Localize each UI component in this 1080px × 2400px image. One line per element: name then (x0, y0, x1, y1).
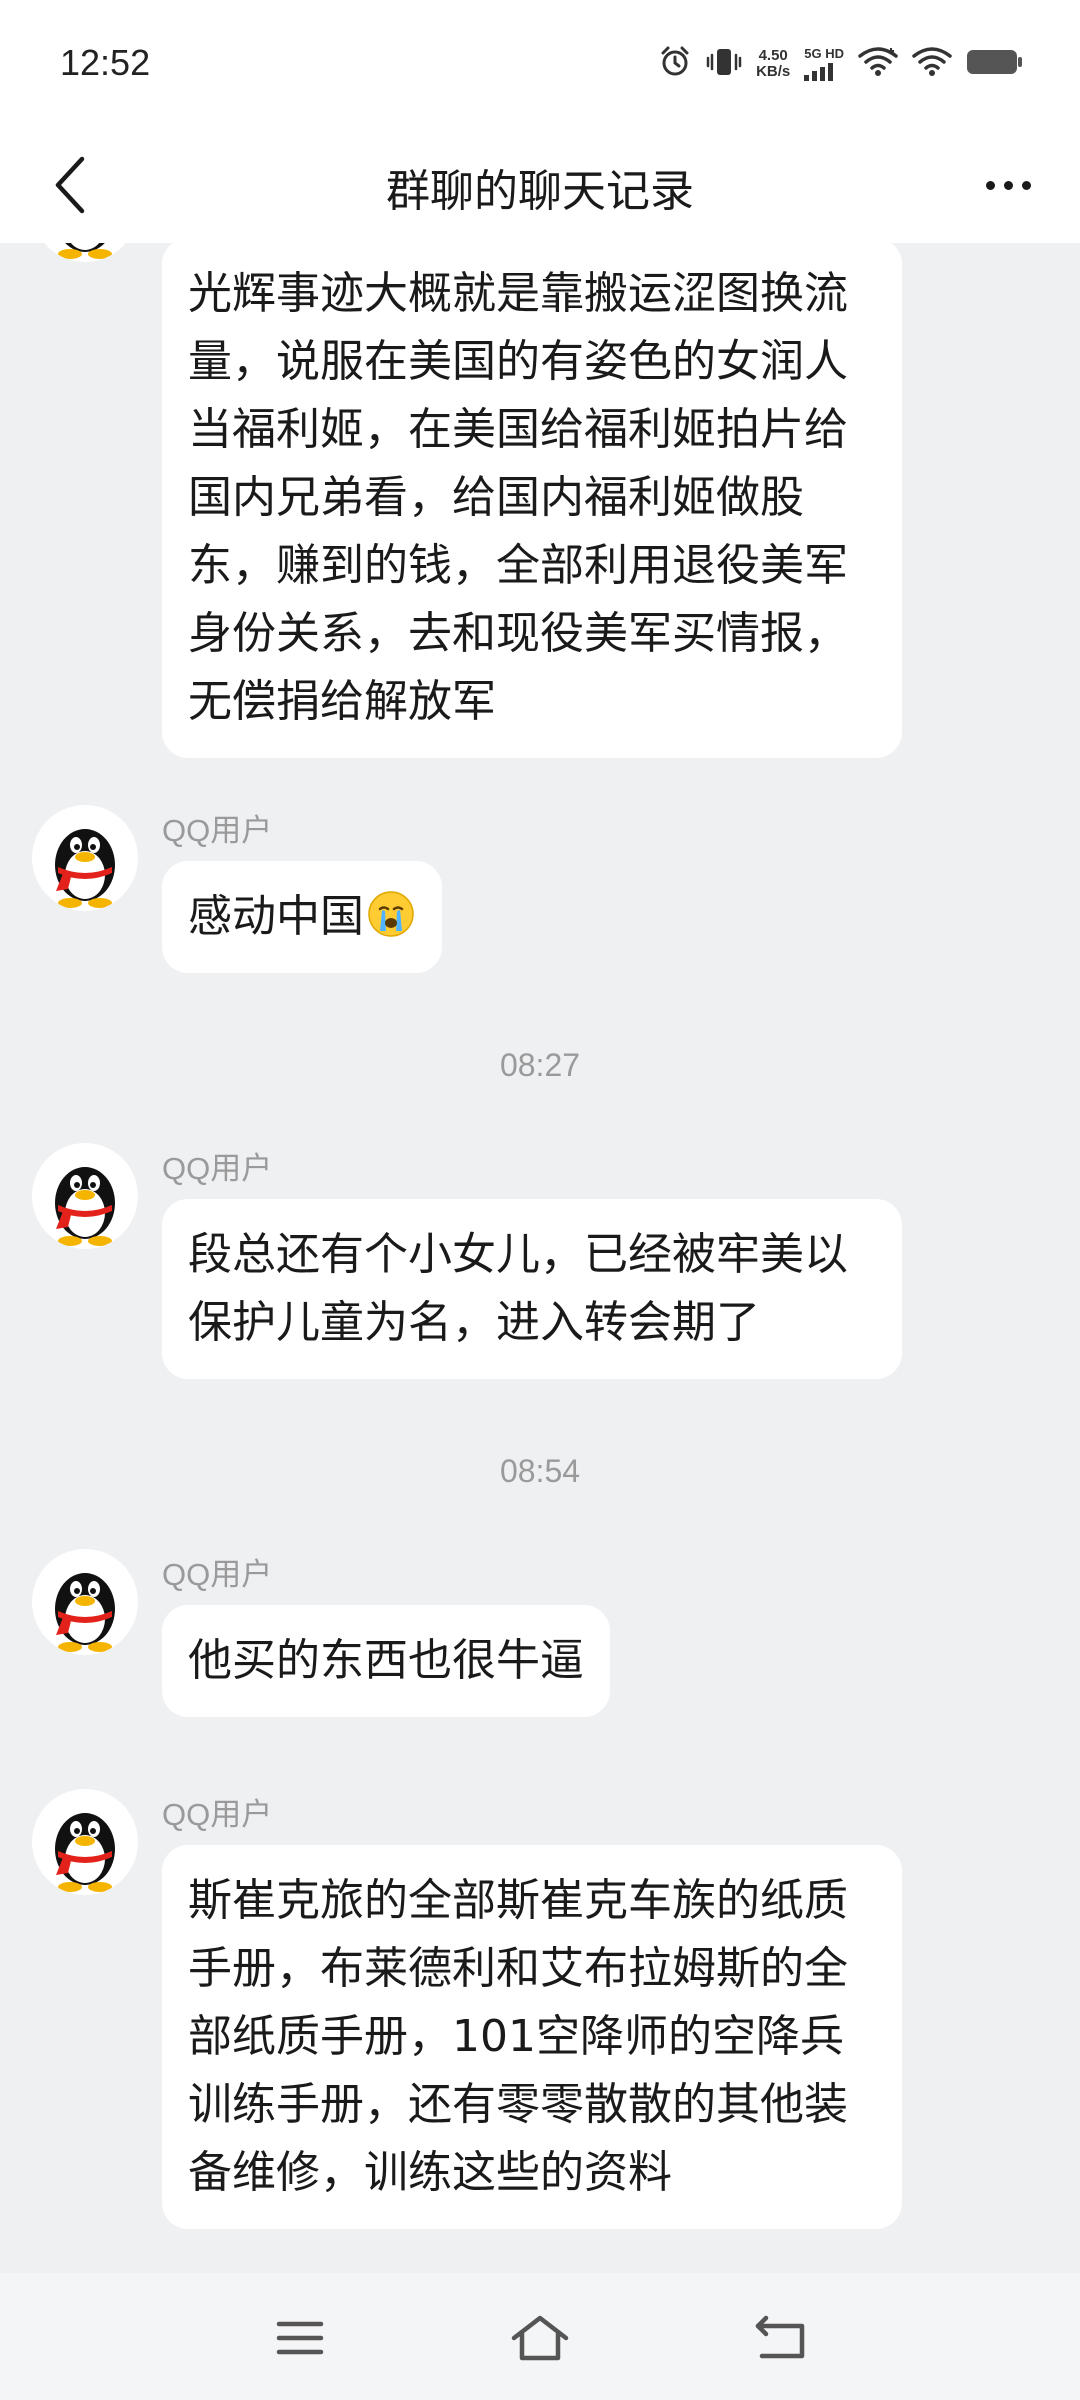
qq-penguin-icon (55, 1167, 115, 1246)
battery-icon (966, 47, 1024, 81)
qq-penguin-icon (55, 829, 115, 908)
qq-penguin-icon (55, 1813, 115, 1892)
avatar[interactable] (32, 1143, 138, 1249)
message-text: 感动中国 (188, 891, 364, 942)
avatar[interactable] (32, 805, 138, 911)
vibrate-icon (706, 45, 742, 83)
network-type-label: 5G HD (804, 46, 844, 61)
chat-history[interactable]: 光辉事迹大概就是靠搬运涩图换流量，说服在美国的有姿色的女润人当福利姬，在美国给福… (0, 243, 1080, 2273)
timestamp: 08:27 (499, 1047, 581, 1083)
status-icons: 4.50 KB/s 5G HD (658, 44, 1024, 84)
system-nav-bar (0, 2273, 1080, 2400)
qq-penguin-icon (58, 243, 112, 259)
sender-name: QQ用户 (162, 813, 273, 848)
net-speed-value: 4.50 (758, 47, 788, 64)
sender-name: QQ用户 (162, 1151, 273, 1186)
menu-icon (276, 2321, 324, 2355)
net-speed: 4.50 KB/s (756, 48, 790, 80)
avatar[interactable] (32, 1789, 138, 1895)
more-button[interactable] (966, 143, 1050, 227)
message-bubble[interactable]: 感动中国 (162, 861, 442, 973)
alarm-icon (658, 45, 692, 83)
message-bubble[interactable]: 光辉事迹大概就是靠搬运涩图换流量，说服在美国的有姿色的女润人当福利姬，在美国给福… (162, 243, 902, 758)
message-bubble[interactable]: 段总还有个小女儿，已经被牢美以保护儿童为名，进入转会期了 (162, 1199, 902, 1379)
sender-name: QQ用户 (162, 1557, 273, 1592)
home-button[interactable] (500, 2303, 580, 2373)
wifi-icon (912, 46, 952, 82)
more-dot (1003, 180, 1013, 190)
more-dot (1021, 180, 1031, 190)
back-icon (755, 2315, 805, 2359)
network-type: 5G HD (804, 47, 844, 81)
message-bubble[interactable]: 他买的东西也很牛逼 (162, 1605, 610, 1717)
timestamp: 08:54 (499, 1453, 581, 1489)
qq-penguin-icon (55, 1573, 115, 1652)
avatar[interactable] (32, 243, 138, 262)
more-dot (985, 180, 995, 190)
nav-bar: 群聊的聊天记录 (0, 125, 1080, 243)
signal-icon (804, 63, 834, 81)
message-bubble[interactable]: 斯崔克旅的全部斯崔克车族的纸质手册，布莱德利和艾布拉姆斯的全部纸质手册，101空… (162, 1845, 902, 2229)
avatar[interactable] (32, 1549, 138, 1655)
net-speed-unit: KB/s (756, 63, 791, 80)
page-title: 群聊的聊天记录 (386, 166, 694, 217)
back-nav-button[interactable] (740, 2303, 820, 2373)
status-bar: 12:52 4.50 KB/s 5G HD (0, 0, 1080, 125)
home-icon (511, 2315, 569, 2361)
crying-face-icon (368, 891, 414, 937)
status-time: 12:52 (60, 42, 151, 83)
menu-button[interactable] (260, 2303, 340, 2373)
wifi-icon (858, 46, 898, 82)
sender-name: QQ用户 (162, 1797, 273, 1832)
